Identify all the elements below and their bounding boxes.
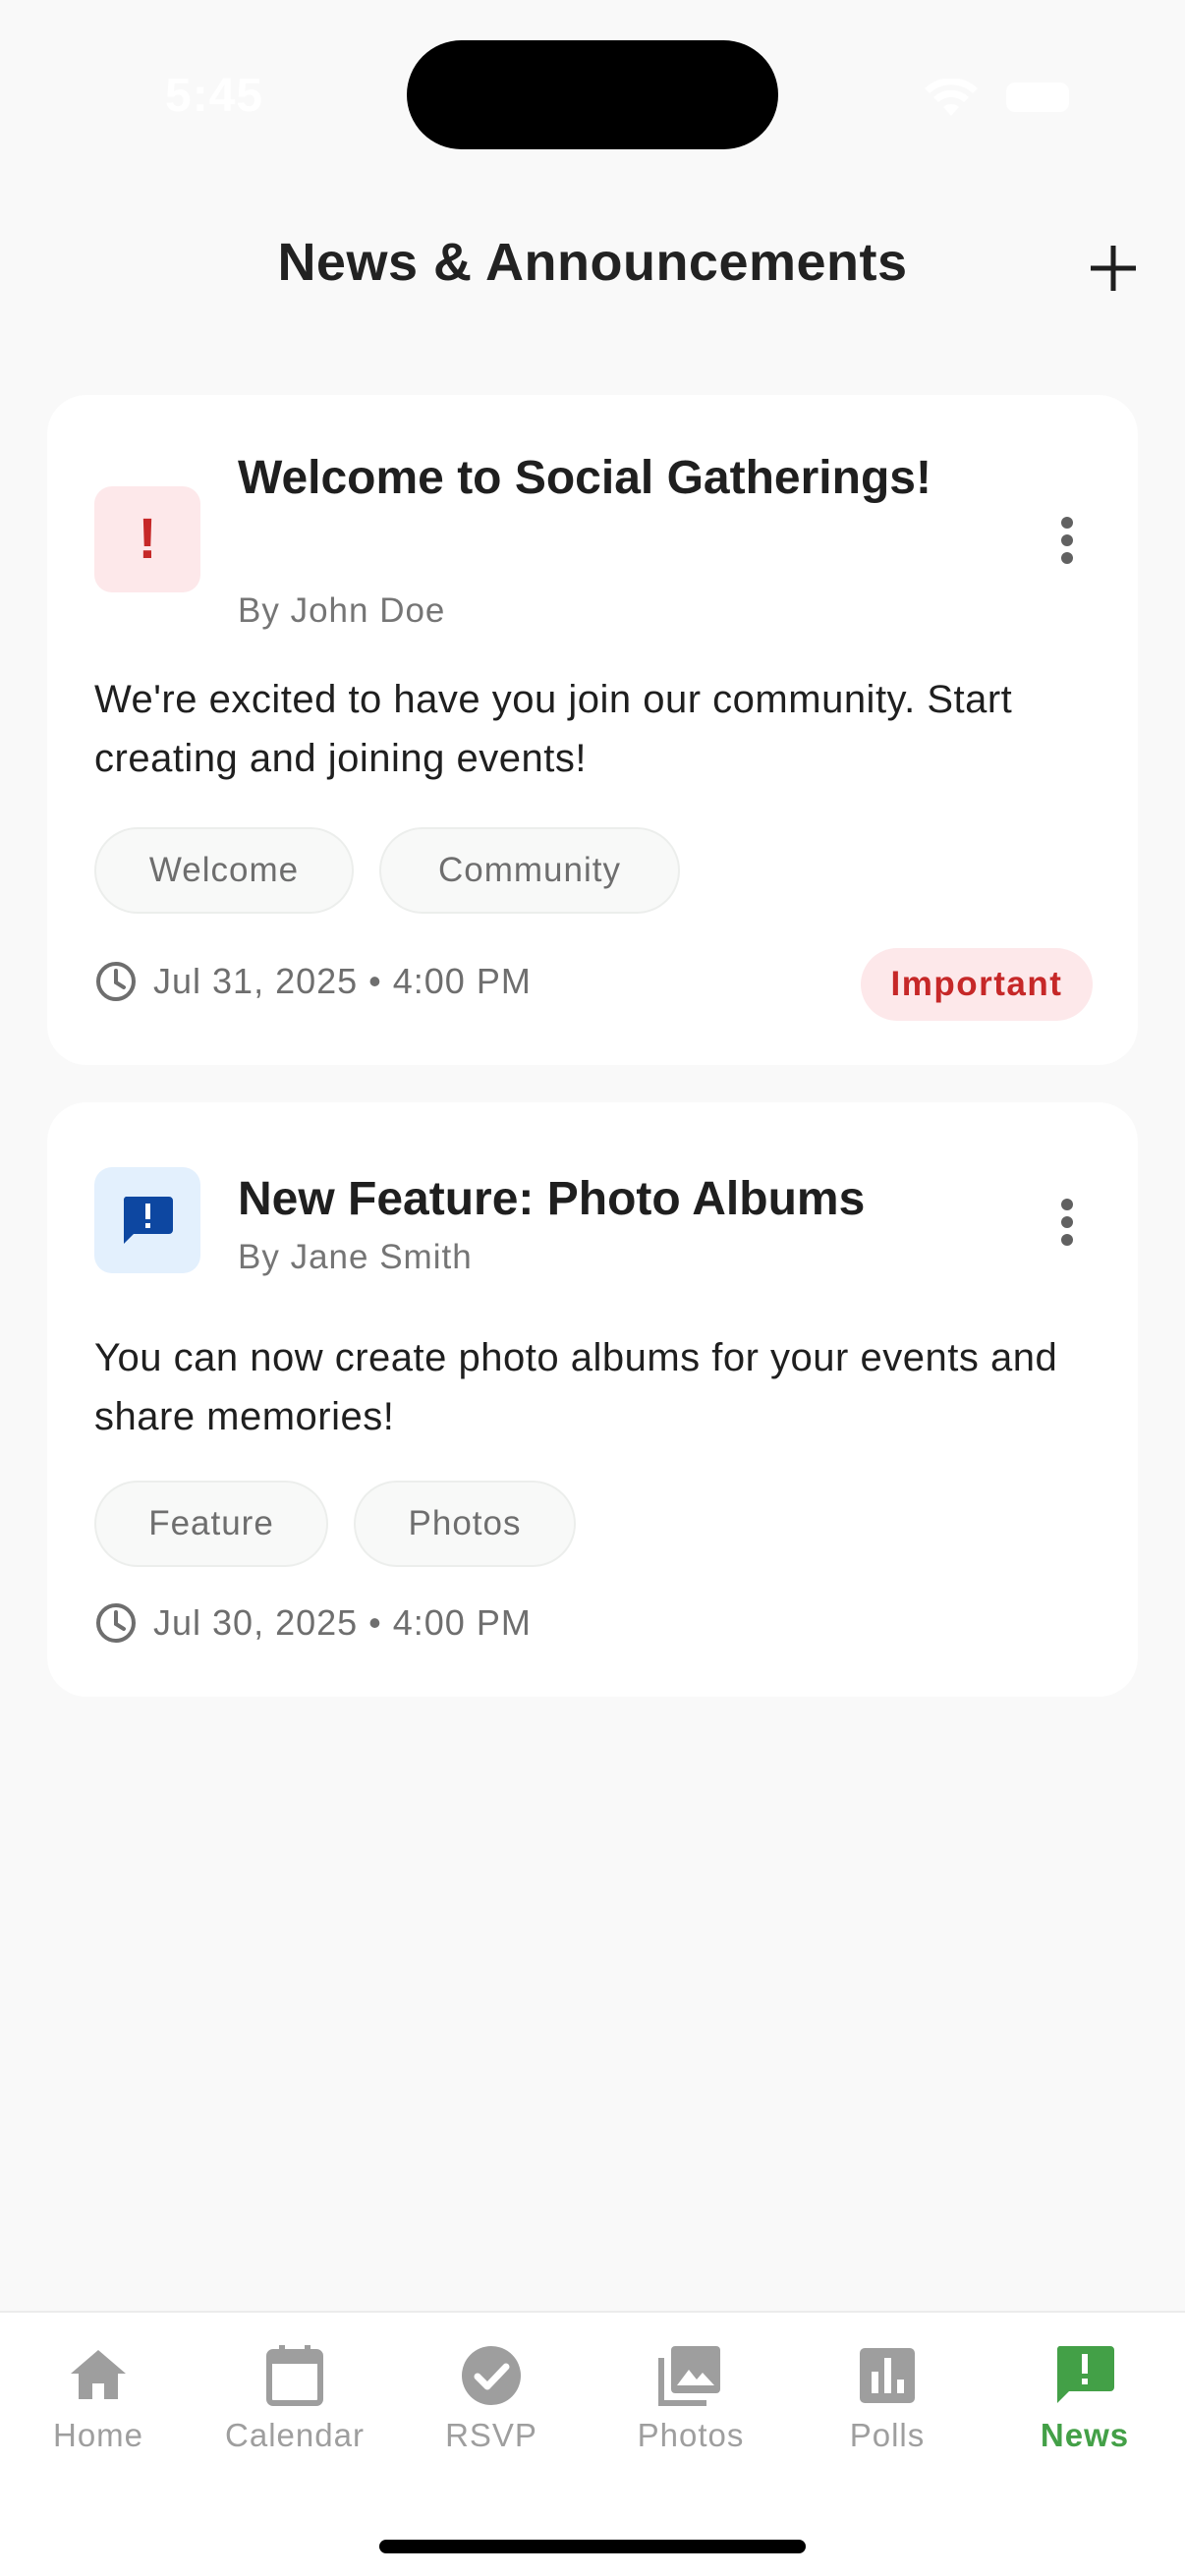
tag-chip[interactable]: Photos (354, 1481, 576, 1567)
nav-item-rsvp[interactable]: RSVP (393, 2342, 590, 2499)
nav-label: Photos (637, 2417, 745, 2453)
plus-icon (1091, 246, 1136, 291)
nav-label: Home (52, 2417, 144, 2453)
announcement-title: New Feature: Photo Albums (238, 1173, 866, 1225)
nav-item-news[interactable]: News (987, 2342, 1183, 2499)
nav-label: Calendar (225, 2417, 365, 2453)
news-screen: 5:45 News & Announcements ! Welcome to S… (0, 0, 1185, 2576)
bottom-navigation: Home Calendar RSVP Photos Polls News (0, 2311, 1185, 2576)
important-badge: Important (861, 948, 1093, 1021)
feedback-icon (123, 1197, 173, 1244)
timestamp-row: Jul 30, 2025 • 4:00 PM (94, 1601, 532, 1645)
poll-icon (860, 2348, 915, 2403)
nav-item-photos[interactable]: Photos (592, 2342, 789, 2499)
more-vert-icon (1061, 517, 1073, 564)
tag-chip[interactable]: Welcome (94, 827, 354, 914)
status-time: 5:45 (165, 70, 264, 122)
tag-chip[interactable]: Feature (94, 1481, 328, 1567)
photo-library-icon (658, 2346, 720, 2406)
announcement-card[interactable]: ! Welcome to Social Gatherings! By John … (47, 395, 1138, 1065)
home-indicator[interactable] (379, 2540, 806, 2553)
tag-chip[interactable]: Community (379, 827, 680, 914)
announcement-author: By John Doe (238, 591, 446, 630)
announcement-author: By Jane Smith (238, 1238, 473, 1276)
more-vert-icon (1061, 1199, 1073, 1246)
feedback-icon (94, 1167, 200, 1273)
priority-high-icon: ! (94, 486, 200, 592)
wifi-icon (925, 79, 978, 116)
nav-item-home[interactable]: Home (0, 2342, 197, 2499)
announcement-timestamp: Jul 31, 2025 • 4:00 PM (153, 961, 532, 1001)
dynamic-island (407, 40, 778, 149)
more-options-button[interactable] (1038, 501, 1097, 580)
announcement-timestamp: Jul 30, 2025 • 4:00 PM (153, 1602, 532, 1643)
more-options-button[interactable] (1038, 1183, 1097, 1261)
clock-icon (96, 962, 136, 1001)
nav-label: News (1040, 2417, 1130, 2453)
announcement-body: You can now create photo albums for your… (94, 1336, 1058, 1438)
calendar-icon (266, 2345, 323, 2406)
home-icon (71, 2350, 126, 2399)
status-bar: 5:45 (0, 0, 1185, 157)
announcement-card[interactable]: New Feature: Photo Albums By Jane Smith … (47, 1102, 1138, 1697)
clock-icon (96, 1603, 136, 1643)
nav-item-calendar[interactable]: Calendar (197, 2342, 393, 2499)
battery-icon (1006, 83, 1069, 112)
nav-label: Polls (849, 2417, 926, 2453)
announcement-title: Welcome to Social Gatherings! (238, 452, 931, 504)
check-circle-icon (462, 2346, 521, 2405)
announcement-icon (1056, 2346, 1114, 2403)
nav-label: RSVP (445, 2417, 537, 2453)
announcement-body: We're excited to have you join our commu… (94, 678, 1013, 780)
timestamp-row: Jul 31, 2025 • 4:00 PM (94, 960, 532, 1003)
add-announcement-button[interactable] (1081, 236, 1146, 301)
page-title: News & Announcements (277, 233, 908, 292)
nav-item-polls[interactable]: Polls (789, 2342, 986, 2499)
